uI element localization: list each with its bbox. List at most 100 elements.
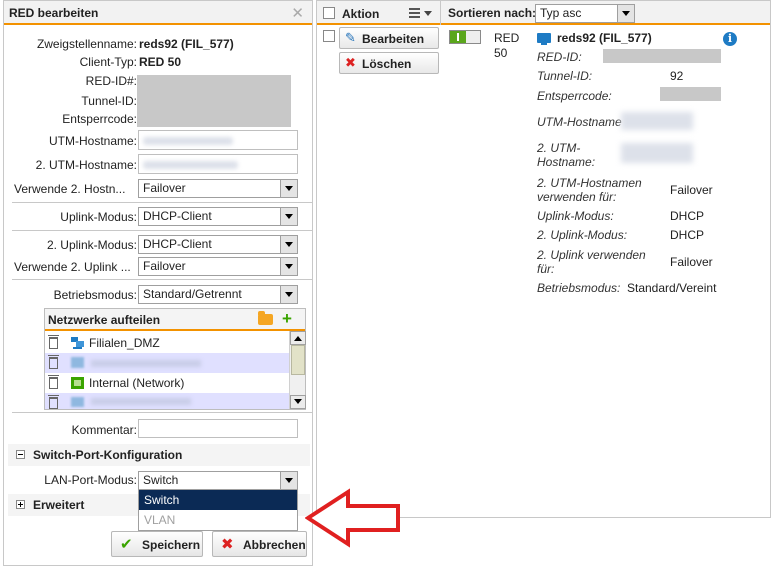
delete-icon: ✖ [345,55,356,70]
redacted-block [137,75,291,127]
monitor-icon [537,33,551,45]
dialog-header: RED bearbeiten ✕ [4,1,312,25]
divider [12,412,312,413]
switch-port-section-header[interactable]: Switch-Port-Konfiguration [8,444,310,466]
close-icon[interactable]: ✕ [291,4,304,22]
collapse-icon[interactable] [16,450,25,459]
client-type-label: Client-Typ: [79,55,137,69]
sort-value: Typ asc [540,6,582,20]
use-uplink2-label: Verwende 2. Uplink ... [14,260,131,274]
red-edit-dialog: RED bearbeiten ✕ Zweigstellenname: reds9… [3,0,313,566]
utm-hostname-input[interactable] [138,130,298,150]
trash-icon[interactable] [48,395,59,409]
detail-utm-hostname2-label: 2. UTM-Hostname: [537,141,596,169]
branch-name-value: reds92 (FIL_577) [139,37,234,51]
delete-button[interactable]: ✖ Löschen [339,52,439,74]
network-group-icon [71,397,84,407]
utm-hostname2-label: 2. UTM-Hostname: [35,158,137,172]
uplink-mode2-label: 2. Uplink-Modus: [46,238,137,252]
add-icon[interactable]: + [282,309,292,329]
close-icon: ✖ [221,536,234,553]
cancel-button-label: Abbrechen [243,538,306,552]
chevron-down-icon [280,286,297,303]
uplink-mode-select[interactable]: DHCP-Client [138,207,298,226]
row-name: reds92 (FIL_577) [557,31,652,45]
select-all-checkbox[interactable] [323,7,335,19]
edit-button[interactable]: ✎ Bearbeiten [339,27,439,49]
network-list-item[interactable] [45,353,289,373]
row-type: RED [494,31,520,45]
comment-label: Kommentar: [71,423,137,437]
scroll-up-icon[interactable] [290,331,306,345]
chevron-down-icon [280,208,297,225]
advanced-section-title: Erweitert [33,498,85,512]
scroll-thumb[interactable] [291,345,305,375]
save-button[interactable]: ✔ Speichern [111,531,203,557]
lan-port-mode-label: LAN-Port-Modus: [44,473,137,487]
red-id-label: RED-ID#: [85,74,137,88]
cancel-button[interactable]: ✖ Abbrechen [212,531,307,557]
trash-icon[interactable] [48,355,59,369]
checkmark-icon: ✔ [120,536,133,553]
sort-select[interactable]: Typ asc [535,4,635,23]
dialog-title: RED bearbeiten [9,6,99,20]
lan-port-mode-dropdown: Switch VLAN [138,489,298,531]
use-uplink2-value: Failover [143,259,186,273]
detail-operation-mode-value: Standard/Vereint [627,281,717,295]
networks-header: Netzwerke aufteilen + [45,309,305,331]
chevron-down-icon [280,258,297,275]
chevron-down-icon [617,5,634,22]
detail-hostnames-use-value: Failover [670,183,713,197]
unlock-code-label: Entsperrcode: [62,112,137,126]
redacted-block [603,49,721,63]
use-uplink2-select[interactable]: Failover [138,257,298,276]
action-label: Aktion [342,7,380,21]
dropdown-option-switch[interactable]: Switch [139,490,297,510]
comment-input[interactable] [138,419,298,438]
save-button-label: Speichern [142,538,201,552]
divider [440,1,441,25]
switch-port-section-title: Switch-Port-Konfiguration [33,448,183,462]
dropdown-option-vlan[interactable]: VLAN [139,510,297,530]
trash-icon[interactable] [48,335,59,349]
folder-icon[interactable] [258,311,273,325]
enable-toggle[interactable] [449,30,481,44]
network-list-item[interactable]: Internal (Network) [45,373,289,393]
uplink-mode-value: DHCP-Client [143,209,212,223]
row-checkbox[interactable] [323,30,335,42]
networks-scrollbar[interactable] [289,331,306,409]
network-list-item[interactable] [45,393,289,409]
operation-mode-select[interactable]: Standard/Getrennt [138,285,298,304]
list-icon[interactable] [409,8,420,18]
lan-port-mode-value: Switch [143,473,179,487]
utm-hostname2-input[interactable] [138,154,298,174]
detail-uplink-mode-value: DHCP [670,209,705,223]
scroll-down-icon[interactable] [290,395,306,409]
uplink-mode-label: Uplink-Modus: [60,210,137,224]
use-hostname2-value: Failover [143,181,186,195]
red-arrow-annotation [305,488,400,548]
redacted-text [621,112,693,130]
tunnel-id-label: Tunnel-ID: [81,94,137,108]
use-hostname2-select[interactable]: Failover [138,179,298,198]
redacted-text [91,360,201,367]
expand-icon[interactable] [16,500,25,509]
lan-port-mode-select[interactable]: Switch [138,471,298,490]
detail-hostnames-use-label: 2. UTM-Hostnamen verwenden für: [537,176,642,204]
detail-uplink2-use-label: 2. Uplink verwenden für: [537,248,646,276]
uplink-mode2-select[interactable]: DHCP-Client [138,235,298,254]
detail-uplink-mode-label: Uplink-Modus: [537,209,614,223]
divider [12,279,312,280]
detail-tunnel-id-label: Tunnel-ID: [537,69,593,83]
client-type-value: RED 50 [139,55,182,69]
chevron-down-icon [280,236,297,253]
trash-icon[interactable] [48,375,59,389]
detail-uplink-mode2-label: 2. Uplink-Modus: [537,228,628,242]
network-list-item[interactable]: Filialen_DMZ [45,333,289,353]
info-icon[interactable]: i [723,32,737,46]
detail-tunnel-id-value: 92 [670,69,684,83]
operation-mode-value: Standard/Getrennt [143,287,242,301]
row-type-number: 50 [494,46,508,60]
edit-button-label: Bearbeiten [362,32,425,46]
chevron-down-icon[interactable] [424,11,432,16]
